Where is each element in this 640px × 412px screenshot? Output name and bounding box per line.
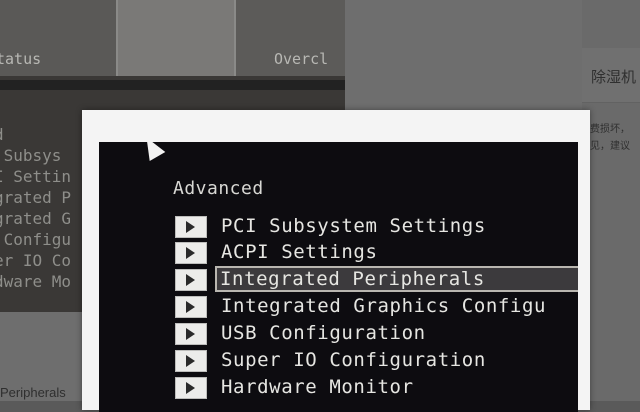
bios-menu-label: Hardware Monitor — [221, 376, 414, 398]
bios-menu-label: PCI Subsystem Settings — [221, 215, 486, 237]
background-line: I Settin — [0, 167, 72, 186]
background-line: Configu — [0, 230, 72, 249]
bios-menu-label: Integrated Peripherals — [215, 266, 578, 292]
background-tab-tuning — [118, 0, 304, 76]
bios-menu-label: Integrated Graphics Configu — [221, 295, 547, 317]
background-tab-status: tatus — [0, 0, 116, 76]
bios-menu-label: USB Configuration — [221, 322, 426, 344]
play-arrow-icon — [175, 269, 207, 291]
background-line: d — [0, 125, 4, 144]
background-divider — [0, 80, 345, 90]
background-menu-lines: d Subsys I Settin grated P grated G Conf… — [0, 124, 71, 292]
play-arrow-icon — [175, 377, 207, 399]
bios-page-title: Advanced — [173, 178, 264, 199]
sidebar-text-line: 见，建议 — [590, 141, 630, 152]
bios-menu-label: Super IO Configuration — [221, 349, 486, 371]
play-arrow-icon — [175, 350, 207, 372]
background-caption: Peripherals — [0, 385, 66, 400]
background-tab-label: tatus — [0, 50, 42, 68]
background-sidebar-text: 费损坏， 见，建议 — [590, 121, 630, 155]
background-tab-overclock: Overcl — [236, 0, 345, 76]
bios-screen-photo: Advanced PCI Subsystem Settings ACPI Set… — [99, 142, 578, 412]
play-arrow-icon — [175, 296, 207, 318]
background-line: er IO Co — [0, 251, 72, 270]
background-line: grated P — [0, 188, 72, 207]
bios-menu-label: ACPI Settings — [221, 241, 378, 263]
background-line: grated G — [0, 209, 72, 228]
sidebar-text-line: 费损坏， — [590, 124, 630, 135]
background-tab-label: Overcl — [274, 50, 329, 68]
play-arrow-icon — [175, 242, 207, 264]
bios-menu-item-integrated-peripherals[interactable]: Integrated Peripherals — [175, 266, 578, 292]
play-arrow-icon — [175, 323, 207, 345]
play-arrow-icon — [175, 216, 207, 238]
background-line: dware Mo — [0, 272, 72, 291]
mouse-cursor-icon — [138, 142, 166, 162]
background-line: Subsys — [0, 146, 62, 165]
background-sidebar-title[interactable]: 除湿机 — [591, 66, 636, 87]
